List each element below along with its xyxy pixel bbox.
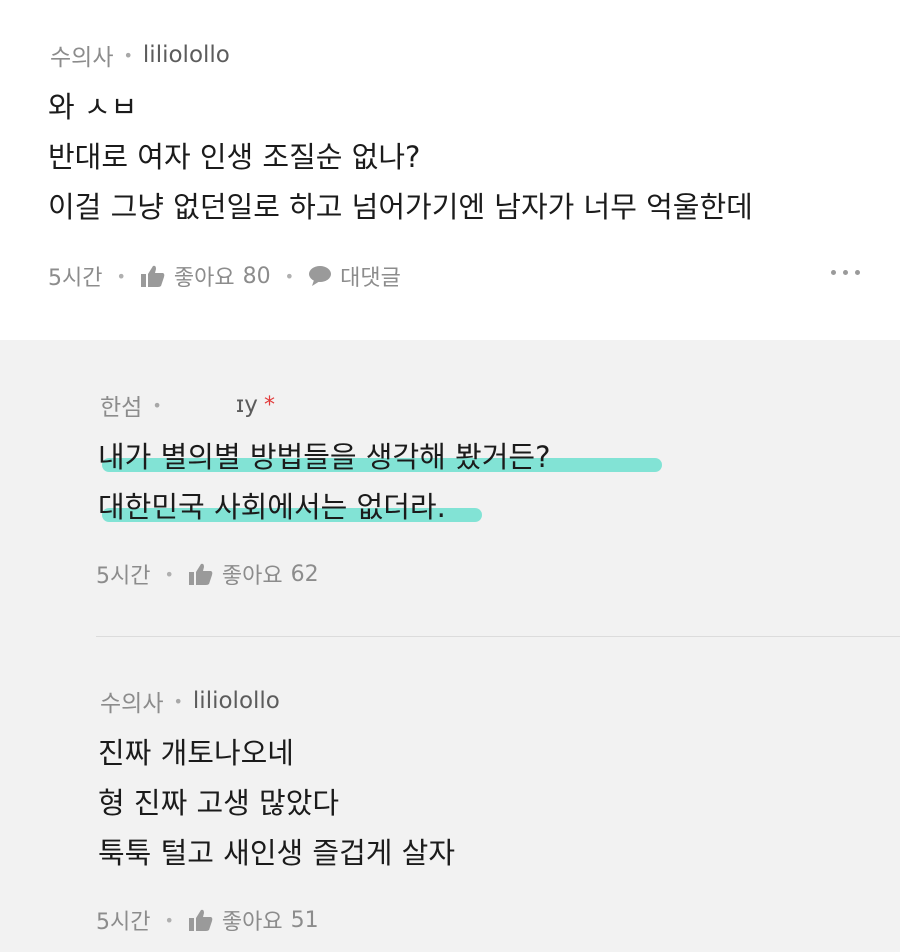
comment-line: 이걸 그냥 없던일로 하고 넘어가기엔 남자가 너무 억울한데 <box>48 190 753 224</box>
redaction <box>175 392 236 412</box>
reply1-meta: 한섬 • ɪy * <box>100 388 275 422</box>
like-count: 62 <box>290 561 319 587</box>
thumbs-up-icon <box>188 563 213 585</box>
comment-body: 와 ㅅㅂ 반대로 여자 인생 조질순 없나? 이걸 그냥 없던일로 하고 넘어가… <box>48 82 753 232</box>
reply-button[interactable]: 대댓글 <box>308 260 401 292</box>
meta-separator: • <box>152 395 162 415</box>
reply-label: 대댓글 <box>340 266 401 291</box>
like-label: 좋아요 <box>173 266 235 291</box>
user-tag: 한섬 <box>100 395 143 421</box>
speech-bubble-icon <box>309 266 332 286</box>
username-masked[interactable]: ɪy <box>172 392 258 418</box>
timestamp: 5시간 <box>96 564 151 589</box>
like-label: 좋아요 <box>221 910 283 935</box>
user-tag: 수의사 <box>100 691 164 717</box>
username[interactable]: liliolollo <box>193 688 280 714</box>
reply1-actions: 5시간 • 좋아요 62 <box>96 558 319 590</box>
like-count: 80 <box>242 263 271 289</box>
timestamp: 5시간 <box>48 266 103 291</box>
reply-divider <box>96 636 900 637</box>
comment-line: 반대로 여자 인생 조질순 없나? <box>48 140 421 174</box>
comment-meta: 수의사 • liliolollo <box>50 38 230 72</box>
like-count: 51 <box>290 907 319 933</box>
like-button[interactable]: 좋아요 51 <box>188 904 319 936</box>
author-mark-icon: * <box>263 392 275 418</box>
action-separator: • <box>116 266 126 286</box>
like-label: 좋아요 <box>221 564 283 589</box>
reply1-body: 내가 별의별 방법들을 생각해 봤거든? 대한민국 사회에서는 없더라. <box>98 432 662 532</box>
like-button[interactable]: 좋아요 62 <box>188 558 319 590</box>
reply2-meta: 수의사 • liliolollo <box>100 684 280 718</box>
timestamp: 5시간 <box>96 910 151 935</box>
thumbs-up-icon <box>188 909 213 931</box>
comment-actions: 5시간 • 좋아요 80 • 대댓글 <box>48 260 401 292</box>
user-tag: 수의사 <box>50 45 114 71</box>
username[interactable]: liliolollo <box>143 42 230 68</box>
reply-line: 형 진짜 고생 많았다 <box>98 786 340 820</box>
comment-line: 와 ㅅㅂ <box>48 90 138 124</box>
reply-line: 툭툭 털고 새인생 즐겁게 살자 <box>98 836 456 870</box>
reply-line: 대한민국 사회에서는 없더라. <box>98 482 550 532</box>
thumbs-up-icon <box>140 265 165 287</box>
reply-line: 진짜 개토나오네 <box>98 736 294 770</box>
action-separator: • <box>284 266 295 286</box>
reply2-body: 진짜 개토나오네 형 진짜 고생 많았다 툭툭 털고 새인생 즐겁게 살자 <box>98 728 455 878</box>
action-separator: • <box>164 910 174 930</box>
more-dots-icon[interactable] <box>831 270 860 275</box>
meta-separator: • <box>123 45 133 65</box>
reply-line: 내가 별의별 방법들을 생각해 봤거든? <box>98 432 662 482</box>
comment-main: 수의사 • liliolollo 와 ㅅㅂ 반대로 여자 인생 조질순 없나? … <box>0 0 900 340</box>
like-button[interactable]: 좋아요 80 <box>140 260 271 292</box>
reply2-actions: 5시간 • 좋아요 51 <box>96 904 319 936</box>
meta-separator: • <box>173 691 183 711</box>
action-separator: • <box>164 564 174 584</box>
